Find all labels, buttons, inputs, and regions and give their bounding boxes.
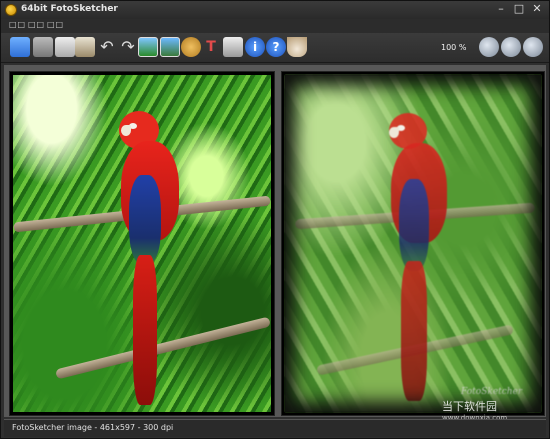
info-icon[interactable]: i [245, 37, 265, 57]
print-icon[interactable] [223, 37, 243, 57]
text-icon[interactable]: T [201, 37, 221, 57]
zoom-level: 100 % [441, 43, 467, 52]
open-folder-icon[interactable] [10, 37, 30, 57]
original-image [13, 75, 271, 412]
zoom-out-icon[interactable] [523, 37, 543, 57]
parrot-beak [121, 125, 131, 136]
work-area: FotoSketcher [4, 65, 546, 417]
app-window: 64bit FotoSketcher – □ ✕ □□ □□ □□ ↶ ↷ T … [0, 0, 550, 439]
app-logo-icon [5, 4, 17, 16]
status-text: FotoSketcher image - 461x597 - 300 dpi [12, 423, 174, 432]
minimize-button[interactable]: – [493, 2, 509, 16]
parrot-beak [389, 127, 399, 138]
undo-icon[interactable]: ↶ [97, 37, 117, 57]
parrot-wing [399, 179, 429, 271]
title-bar: 64bit FotoSketcher – □ ✕ [1, 1, 549, 19]
maximize-button[interactable]: □ [511, 2, 527, 16]
sketch-image: FotoSketcher [285, 75, 541, 412]
signature-logo: FotoSketcher [461, 387, 523, 397]
sketch-image-panel[interactable]: FotoSketcher [281, 71, 545, 416]
window-title: 64bit FotoSketcher [21, 4, 118, 14]
menu-item-edit[interactable]: □□ [28, 20, 45, 29]
image-before-icon[interactable] [138, 37, 158, 57]
coffee-cup-icon[interactable] [287, 37, 307, 57]
original-image-panel[interactable] [9, 71, 275, 416]
menu-item-file[interactable]: □□ [9, 20, 26, 29]
zoom-fit-icon[interactable] [501, 37, 521, 57]
redo-icon[interactable]: ↷ [118, 37, 138, 57]
parrot-tail [133, 255, 157, 405]
status-bar: FotoSketcher image - 461x597 - 300 dpi [4, 419, 546, 437]
paint-palette-icon[interactable] [181, 37, 201, 57]
menu-bar: □□ □□ □□ [1, 19, 549, 33]
toolbar: ↶ ↷ T i ? 100 % [1, 33, 549, 63]
close-button[interactable]: ✕ [529, 2, 545, 16]
paste-icon[interactable] [75, 37, 95, 57]
save-icon[interactable] [33, 37, 53, 57]
zoom-in-icon[interactable] [479, 37, 499, 57]
menu-item-help[interactable]: □□ [47, 20, 64, 29]
copy-icon[interactable] [55, 37, 75, 57]
parrot-tail [401, 261, 427, 401]
image-after-icon[interactable] [160, 37, 180, 57]
help-icon[interactable]: ? [266, 37, 286, 57]
branch [55, 316, 271, 380]
watermark-main: 当下软件园 [442, 400, 497, 413]
parrot-wing [129, 175, 161, 265]
